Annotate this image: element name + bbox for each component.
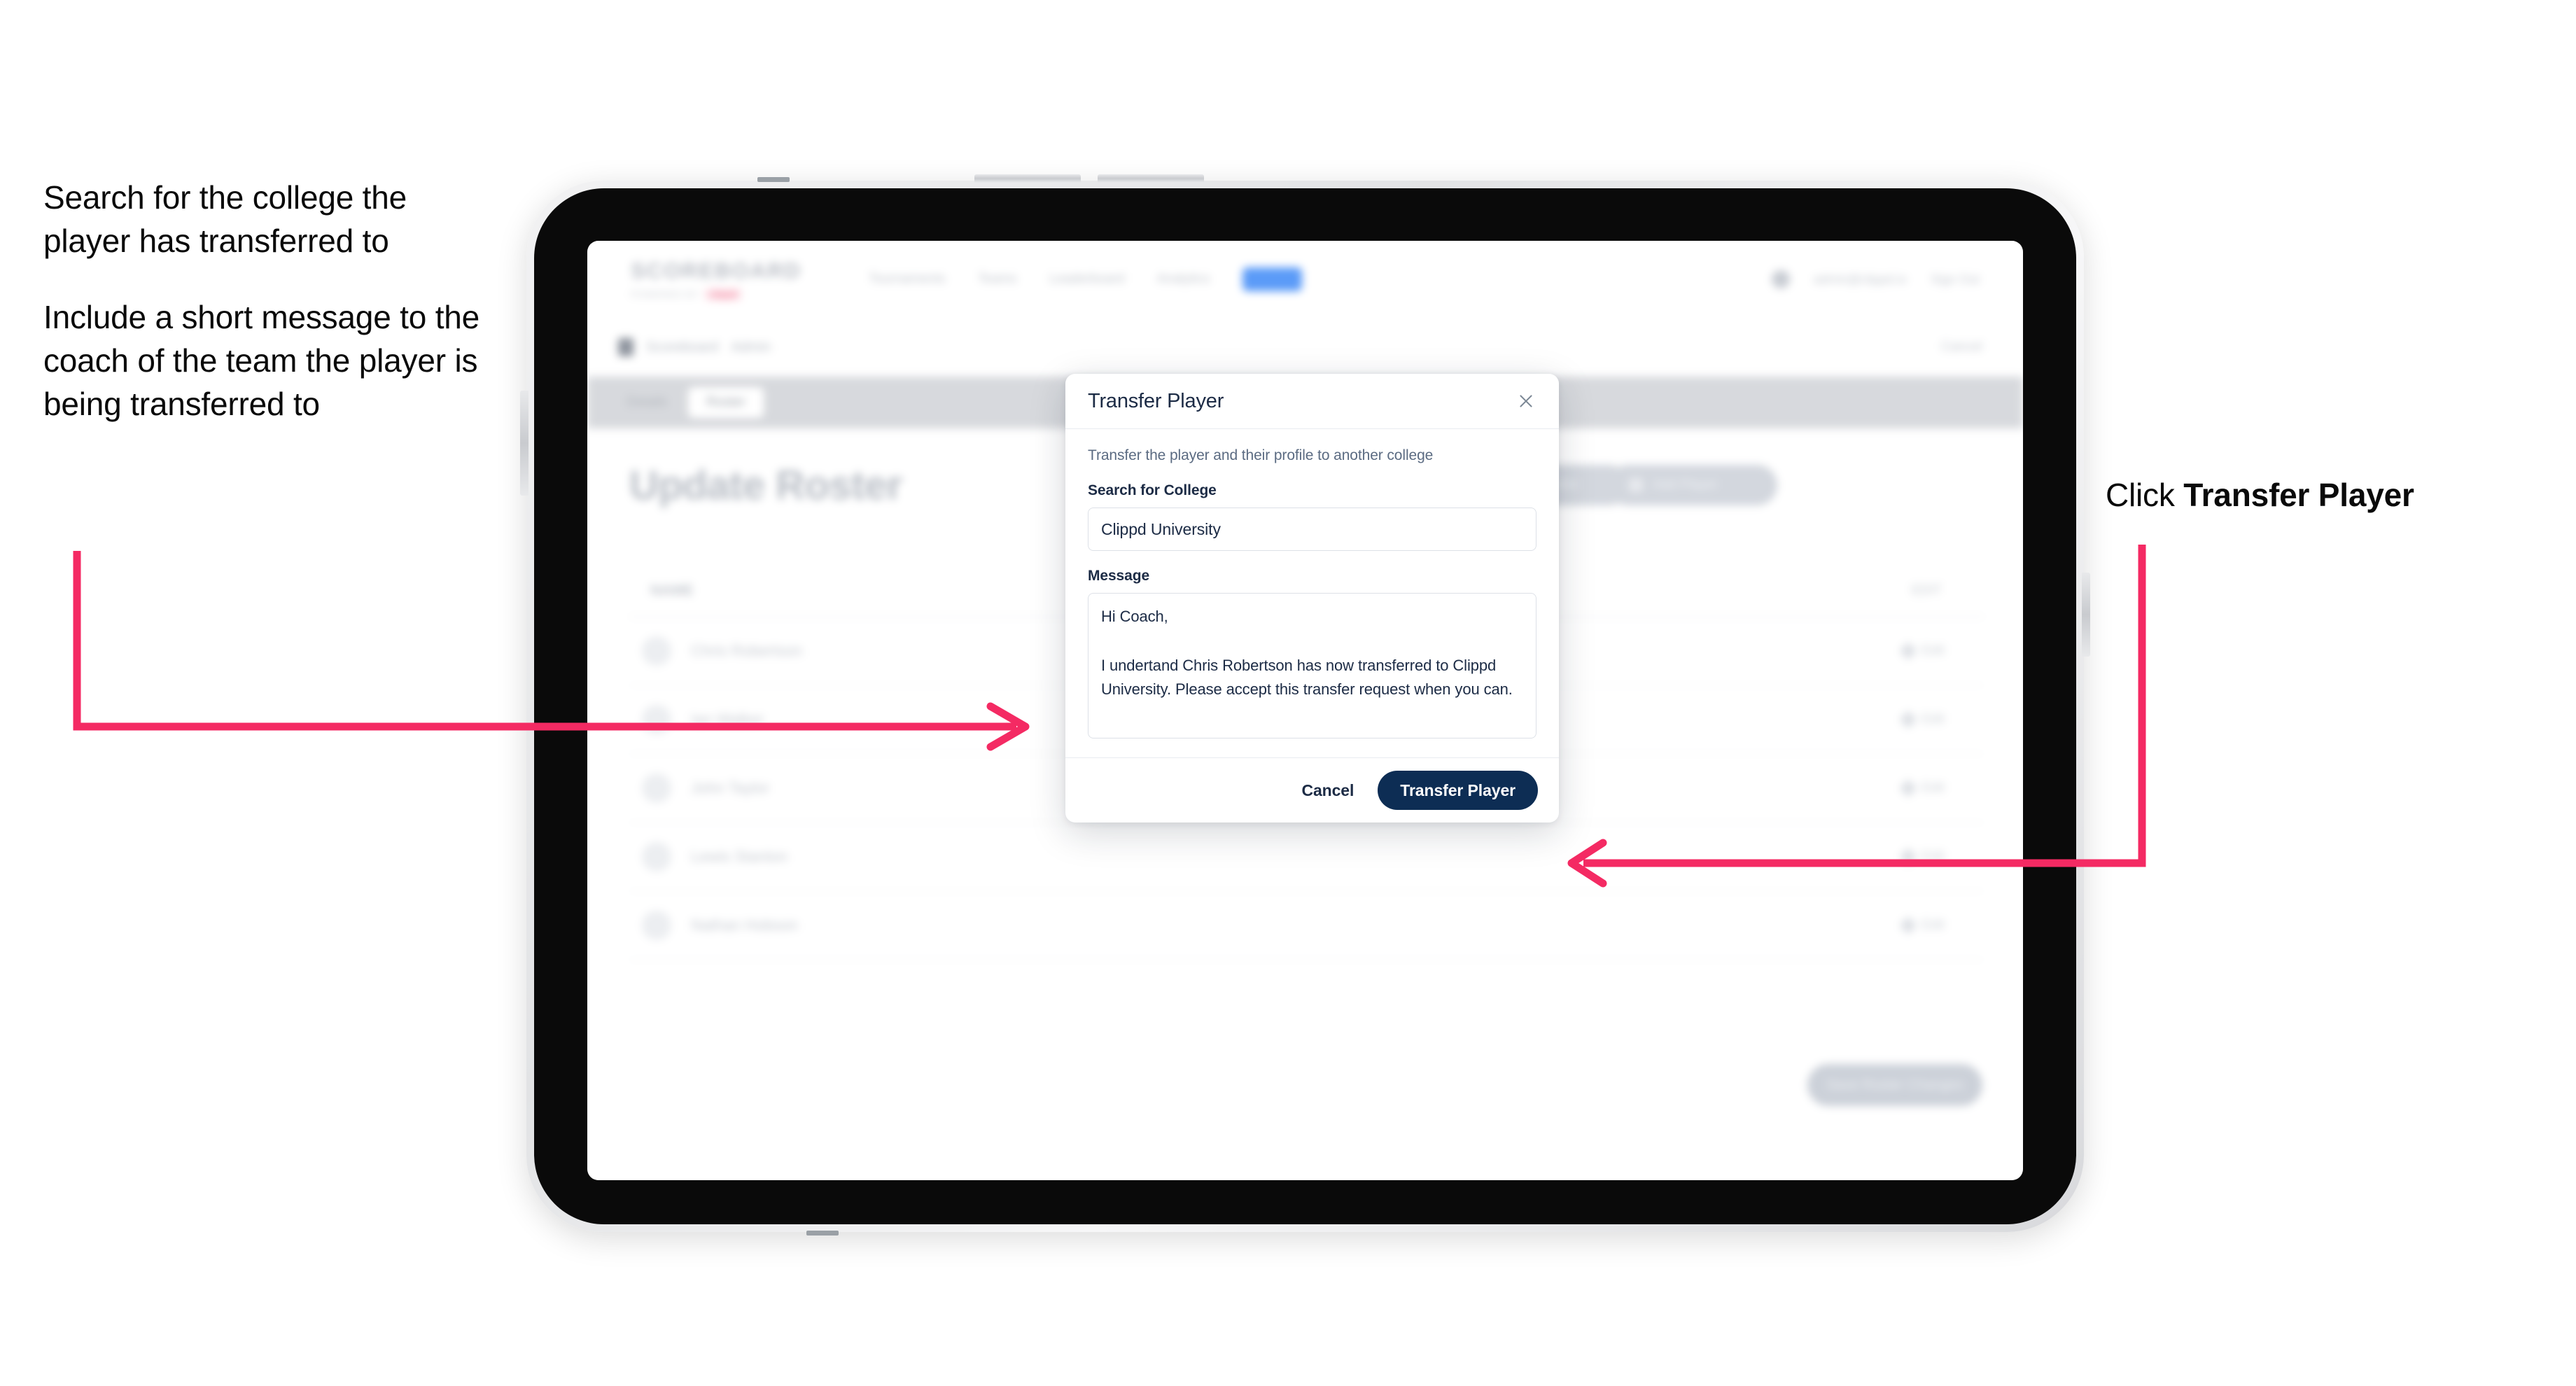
dialog-footer: Cancel Transfer Player [1065, 757, 1559, 822]
search-college-input[interactable] [1088, 507, 1536, 551]
bottom-port [806, 1231, 839, 1236]
dialog-body: Transfer the player and their profile to… [1065, 429, 1559, 757]
tablet-bezel: SCOREBOARD POWERED BY clippd Tournaments… [534, 188, 2076, 1224]
side-accessory-button [2082, 573, 2090, 657]
tablet-screen: SCOREBOARD POWERED BY clippd Tournaments… [587, 241, 2023, 1180]
volume-up-button [974, 174, 1081, 183]
dialog-header: Transfer Player [1065, 374, 1559, 429]
annotation-left-line-1: Search for the college the player has tr… [43, 179, 407, 259]
close-icon[interactable] [1514, 389, 1538, 413]
message-field-label: Message [1088, 568, 1150, 584]
volume-down-button [1098, 174, 1204, 183]
annotation-right-bold: Transfer Player [2183, 477, 2414, 513]
annotation-right: Click Transfer Player [2106, 474, 2414, 517]
dialog-description: Transfer the player and their profile to… [1088, 447, 1434, 463]
annotation-right-prefix: Click [2106, 477, 2184, 513]
transfer-player-dialog: Transfer Player Transfer the player and … [1065, 374, 1559, 822]
power-button [520, 391, 528, 496]
annotation-left-line-2: Include a short message to the coach of … [43, 299, 480, 422]
message-textarea[interactable] [1088, 593, 1536, 738]
cancel-button[interactable]: Cancel [1297, 776, 1358, 806]
modal-layer: Transfer Player Transfer the player and … [587, 241, 2023, 1180]
tablet-device: SCOREBOARD POWERED BY clippd Tournaments… [520, 174, 2090, 1236]
annotation-left: Search for the college the player has tr… [43, 176, 491, 426]
camera-notch [757, 177, 790, 182]
dialog-title: Transfer Player [1088, 389, 1224, 412]
transfer-player-button[interactable]: Transfer Player [1378, 771, 1538, 810]
college-field-label: Search for College [1088, 482, 1217, 498]
